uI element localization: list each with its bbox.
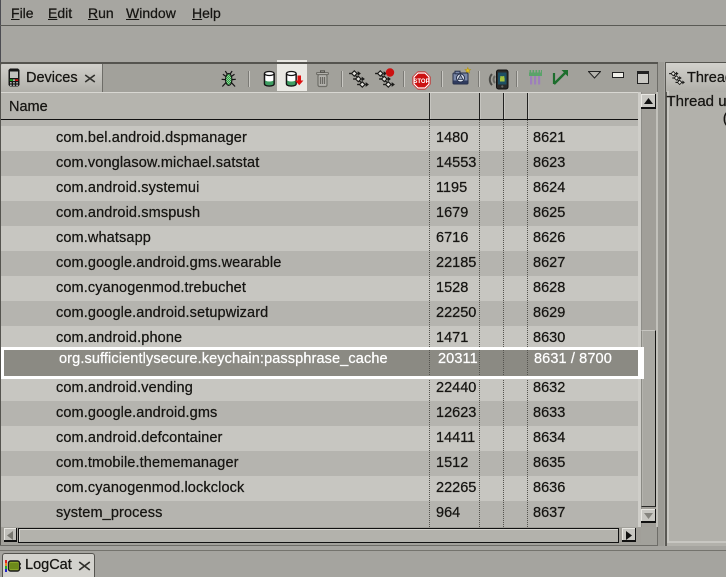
svg-text:STOP: STOP bbox=[413, 79, 429, 85]
